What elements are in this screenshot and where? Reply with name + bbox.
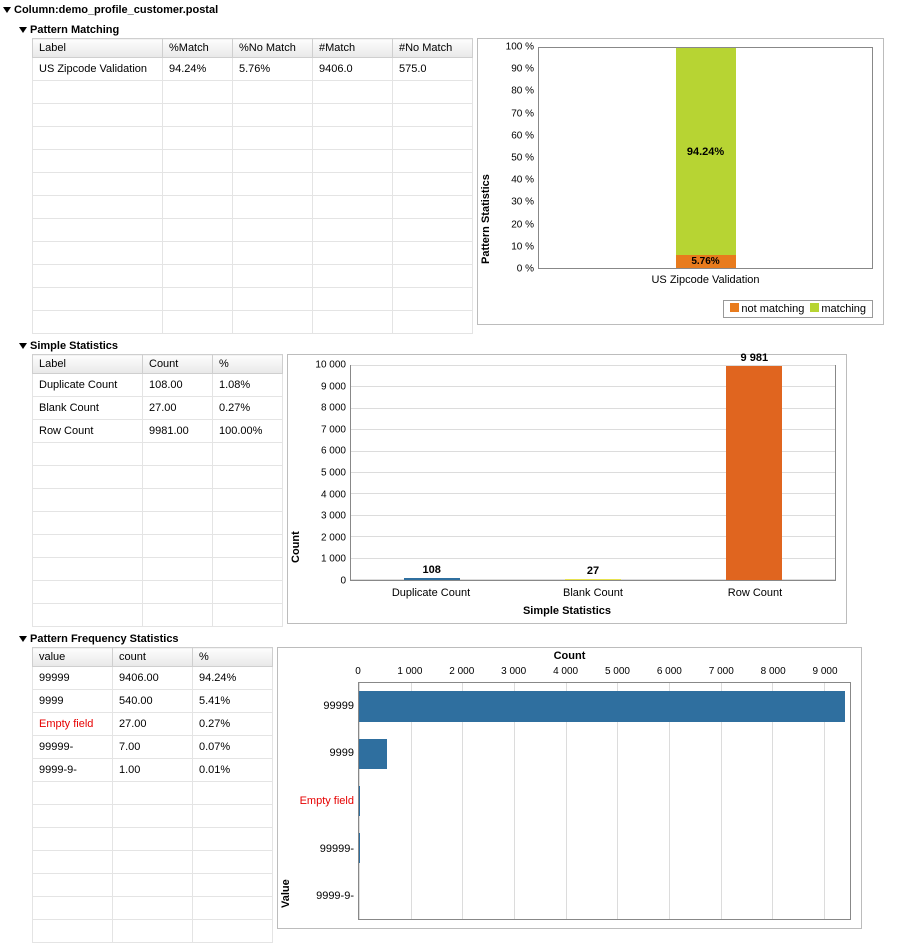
pattern-statistics-chart: Pattern Statistics 94.24% 5.76% US Zipco… <box>477 38 884 325</box>
col-nnomatch[interactable]: #No Match <box>393 39 473 58</box>
chart-legend: not matching matching <box>723 300 873 318</box>
section-title: Simple Statistics <box>30 340 118 352</box>
col-pnomatch[interactable]: %No Match <box>233 39 313 58</box>
column-title: Column:demo_profile_customer.postal <box>14 4 218 16</box>
simple-stats-chart: Count 108279 981 01 0002 0003 0004 0005 … <box>287 354 847 624</box>
expand-icon <box>19 636 27 642</box>
y-axis-label: Pattern Statistics <box>480 69 492 264</box>
y-axis-label: Value <box>280 708 292 908</box>
x-category: US Zipcode Validation <box>538 274 873 286</box>
col-pct[interactable]: % <box>213 355 283 374</box>
col-pct[interactable]: % <box>193 648 273 667</box>
col-count[interactable]: count <box>113 648 193 667</box>
pattern-freq-chart: Count Value 01 0002 0003 0004 0005 0006 … <box>277 647 862 929</box>
x-axis-label: Simple Statistics <box>288 605 846 617</box>
pattern-matching-table[interactable]: Label %Match %No Match #Match #No Match … <box>32 38 473 334</box>
col-value[interactable]: value <box>33 648 113 667</box>
pattern-frequency-header[interactable]: Pattern Frequency Statistics <box>20 631 900 647</box>
expand-icon <box>19 343 27 349</box>
table-row[interactable]: US Zipcode Validation 94.24% 5.76% 9406.… <box>33 58 473 81</box>
table-row[interactable]: 9999540.005.41% <box>33 690 273 713</box>
pattern-freq-table[interactable]: value count % 999999406.0094.24%9999540.… <box>32 647 273 943</box>
column-header[interactable]: Column:demo_profile_customer.postal <box>4 2 900 18</box>
col-label[interactable]: Label <box>33 39 163 58</box>
y-axis-label: Count <box>290 395 302 563</box>
table-row[interactable]: Duplicate Count108.001.08% <box>33 374 283 397</box>
table-row[interactable]: 9999-9-1.000.01% <box>33 759 273 782</box>
table-row[interactable]: Row Count9981.00100.00% <box>33 420 283 443</box>
pattern-matching-header[interactable]: Pattern Matching <box>20 22 900 38</box>
col-pmatch[interactable]: %Match <box>163 39 233 58</box>
section-title: Pattern Matching <box>30 24 119 36</box>
match-pct-label: 94.24% <box>676 48 736 255</box>
section-title: Pattern Frequency Statistics <box>30 633 179 645</box>
expand-icon <box>19 27 27 33</box>
col-count[interactable]: Count <box>143 355 213 374</box>
simple-stats-table[interactable]: Label Count % Duplicate Count108.001.08%… <box>32 354 283 627</box>
table-row[interactable]: Empty field27.000.27% <box>33 713 273 736</box>
table-row[interactable]: 99999-7.000.07% <box>33 736 273 759</box>
expand-icon <box>3 7 11 13</box>
x-axis-label: Count <box>278 650 861 662</box>
table-row[interactable]: Blank Count27.000.27% <box>33 397 283 420</box>
col-nmatch[interactable]: #Match <box>313 39 393 58</box>
nomatch-pct-label: 5.76% <box>676 255 736 268</box>
table-row[interactable]: 999999406.0094.24% <box>33 667 273 690</box>
col-label[interactable]: Label <box>33 355 143 374</box>
